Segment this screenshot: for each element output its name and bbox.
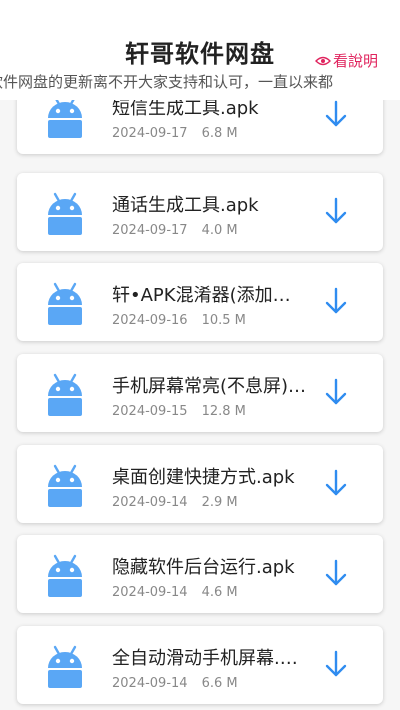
header: 轩哥软件网盘 看說明 软件网盘的更新离不开大家支持和认可，一直以来都 [0, 0, 400, 100]
file-name: 通话生成工具.apk [112, 195, 259, 216]
android-icon [48, 95, 82, 138]
file-meta: 2024-09-14 6.6 M [112, 676, 238, 691]
file-card[interactable]: 桌面创建快捷方式.apk 2024-09-14 2.9 M [17, 445, 383, 523]
file-card[interactable]: 轩•APK混淆器(添加花指令).apk 2024-09-16 10.5 M [17, 263, 383, 341]
download-icon[interactable] [322, 648, 350, 680]
download-icon[interactable] [322, 557, 350, 589]
file-date: 2024-09-15 [112, 404, 188, 419]
android-icon [48, 373, 82, 416]
help-label: 看說明 [332, 52, 378, 70]
android-icon [48, 554, 82, 597]
file-name: 桌面创建快捷方式.apk [112, 467, 295, 488]
file-meta: 2024-09-17 6.8 M [112, 126, 238, 141]
file-size: 4.0 M [201, 223, 238, 238]
file-date: 2024-09-14 [112, 676, 188, 691]
download-icon[interactable] [322, 195, 350, 227]
file-size: 2.9 M [201, 495, 238, 510]
file-size: 6.8 M [201, 126, 238, 141]
android-icon [48, 645, 82, 688]
file-size: 10.5 M [201, 313, 246, 328]
eye-icon [314, 56, 331, 65]
file-meta: 2024-09-16 10.5 M [112, 313, 246, 328]
android-icon [48, 282, 82, 325]
file-date: 2024-09-14 [112, 495, 188, 510]
file-meta: 2024-09-17 4.0 M [112, 223, 238, 238]
android-icon [48, 192, 82, 235]
announcement-text: 软件网盘的更新离不开大家支持和认可，一直以来都 [0, 73, 334, 91]
file-date: 2024-09-17 [112, 126, 188, 141]
file-size: 12.8 M [201, 404, 246, 419]
file-name: 手机屏幕常亮(不息屏).apk [112, 376, 307, 397]
download-icon[interactable] [322, 467, 350, 499]
announcement-marquee: 软件网盘的更新离不开大家支持和认可，一直以来都 [0, 70, 382, 92]
file-name: 全自动滑动手机屏幕.apk [112, 648, 307, 669]
download-icon[interactable] [322, 98, 350, 130]
file-size: 6.6 M [201, 676, 238, 691]
file-size: 4.6 M [201, 585, 238, 600]
file-card[interactable]: 隐藏软件后台运行.apk 2024-09-14 4.6 M [17, 535, 383, 613]
help-link[interactable]: 看說明 [314, 50, 378, 71]
file-meta: 2024-09-14 4.6 M [112, 585, 238, 600]
file-card[interactable]: 手机屏幕常亮(不息屏).apk 2024-09-15 12.8 M [17, 354, 383, 432]
file-card[interactable]: 通话生成工具.apk 2024-09-17 4.0 M [17, 173, 383, 251]
file-date: 2024-09-14 [112, 585, 188, 600]
file-date: 2024-09-16 [112, 313, 188, 328]
download-icon[interactable] [322, 285, 350, 317]
file-card[interactable]: 全自动滑动手机屏幕.apk 2024-09-14 6.6 M [17, 626, 383, 704]
file-name: 轩•APK混淆器(添加花指令).apk [112, 285, 307, 306]
file-name: 隐藏软件后台运行.apk [112, 557, 295, 578]
file-meta: 2024-09-14 2.9 M [112, 495, 238, 510]
download-icon[interactable] [322, 376, 350, 408]
file-meta: 2024-09-15 12.8 M [112, 404, 246, 419]
file-date: 2024-09-17 [112, 223, 188, 238]
android-icon [48, 464, 82, 507]
